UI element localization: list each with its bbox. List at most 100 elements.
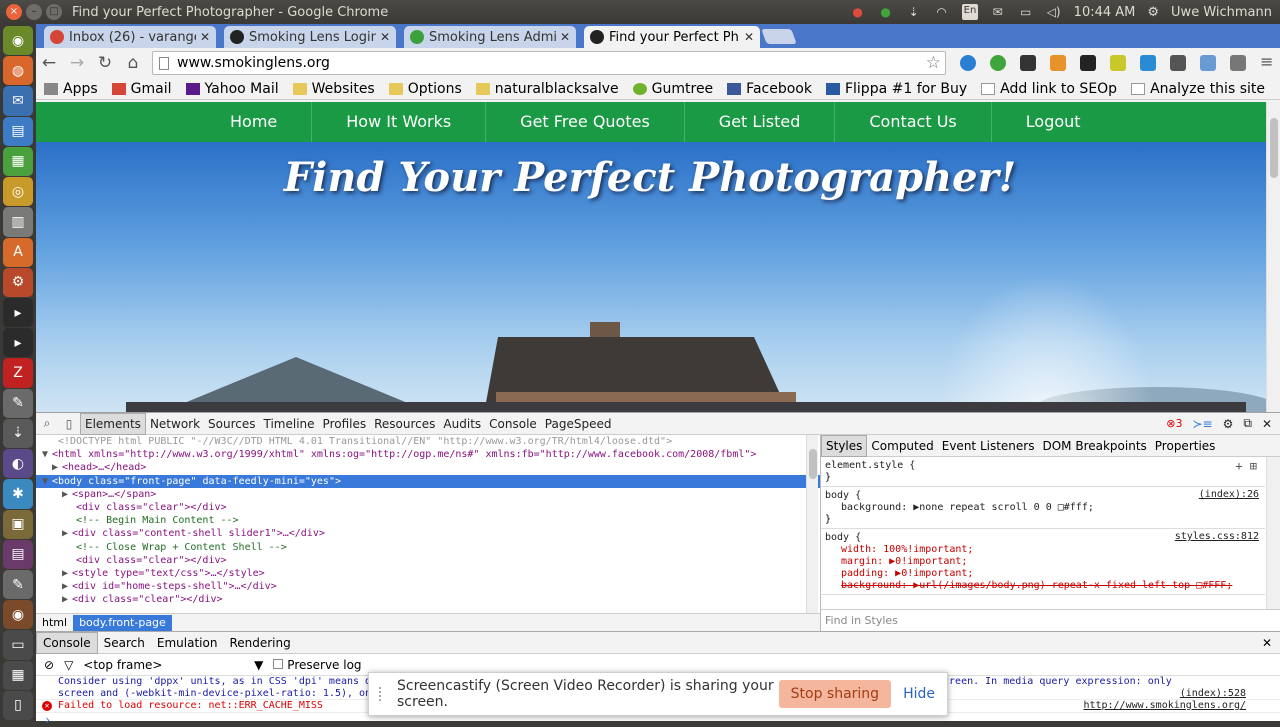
style-declaration[interactable]: background: ▶none repeat scroll 0 0 □#ff… [825,502,1261,514]
battery-icon[interactable]: ▭ [1018,4,1034,20]
dash-icon[interactable]: ◉ [3,26,33,56]
style-declaration-overridden[interactable]: background: ▶url(/images/body.png) repea… [825,580,1261,592]
add-rule-icon[interactable]: + ⊞ [1235,459,1257,473]
close-icon[interactable]: ✕ [200,30,210,44]
expanded-triangle-icon[interactable]: ▼ [42,475,52,488]
tab-drawer-rendering[interactable]: Rendering [223,633,296,653]
reload-icon[interactable]: ↻ [96,53,114,73]
libreoffice-writer-icon[interactable]: ▤ [3,116,33,146]
nav-contact-us[interactable]: Contact Us [835,102,992,142]
tab-elements[interactable]: Elements [80,412,146,435]
gear-icon[interactable]: ⚙ [1223,417,1234,431]
tab-find-photographer[interactable]: Find your Perfect Ph ✕ [584,26,760,48]
monitor-icon[interactable]: ▭ [3,630,33,660]
collapsed-triangle-icon[interactable]: ▶ [62,567,72,580]
clock[interactable]: 10:44 AM [1074,5,1136,20]
rule-selector[interactable]: element.style { [825,459,1261,472]
scrollbar-thumb[interactable] [809,449,817,479]
mail-icon[interactable]: ✉ [990,4,1006,20]
tab-console[interactable]: Console [485,414,541,434]
collapsed-triangle-icon[interactable]: ▶ [52,461,62,474]
error-count-badge[interactable]: ⊗3 [1166,417,1182,430]
chrome-tray-icon[interactable]: ● [850,4,866,20]
settings-icon[interactable]: ⚙ [3,267,33,297]
network-icon[interactable]: ✱ [3,479,33,509]
scrollbar-thumb[interactable] [1270,118,1278,178]
download-tray-icon[interactable]: ⇣ [906,4,922,20]
close-icon[interactable]: ✕ [1262,417,1272,431]
dom-node-line[interactable]: ▶ <span>…</span> [36,488,820,501]
tab-drawer-console[interactable]: Console [36,631,98,654]
extension-icon[interactable] [1200,55,1216,71]
bookmark-apps[interactable]: Apps [44,81,98,97]
tools-icon[interactable]: ✎ [3,388,33,418]
tab-pagespeed[interactable]: PageSpeed [541,414,616,434]
bookmark-analyze-site[interactable]: Analyze this site [1131,81,1265,97]
new-tab-button[interactable] [761,29,797,44]
tab-audits[interactable]: Audits [439,414,485,434]
hide-button[interactable]: Hide [903,686,935,702]
dom-node-line[interactable]: ▼ <html xmlns="http://www.w3.org/1999/xht… [36,448,820,461]
extension-icon[interactable] [1170,55,1186,71]
bookmark-flippa[interactable]: Flippa #1 for Buy [825,81,967,97]
extension-icon[interactable] [1050,55,1066,71]
software-center-icon[interactable]: A [3,237,33,267]
firefox-icon[interactable]: ◍ [3,56,33,86]
window-minimize-button[interactable]: – [26,4,42,20]
image-viewer-icon[interactable]: ▣ [3,509,33,539]
bookmark-yahoo-mail[interactable]: Yahoo Mail [185,81,279,97]
thunderbird-icon[interactable]: ✉ [3,86,33,116]
nav-get-listed[interactable]: Get Listed [685,102,836,142]
back-icon[interactable]: ← [40,53,58,73]
dom-node-line[interactable]: <!-- Close Wrap + Content Shell --> [36,541,820,554]
tab-profiles[interactable]: Profiles [319,414,371,434]
tab-drawer-emulation[interactable]: Emulation [151,633,224,653]
evernote-tray-icon[interactable]: ● [878,4,894,20]
collapsed-triangle-icon[interactable]: ▶ [62,580,72,593]
close-icon[interactable]: ✕ [380,30,390,44]
address-bar[interactable]: www.smokinglens.org ☆ [152,51,946,75]
workspace-icon[interactable]: ▦ [3,660,33,690]
dom-node-line[interactable]: ▶ <div id="home-steps-shell">…</div> [36,580,820,593]
terminal-icon[interactable]: ▸ [3,297,33,328]
bookmark-star-icon[interactable]: ☆ [926,53,941,73]
bookmark-gumtree[interactable]: Gumtree [632,81,713,97]
skype-extension-icon[interactable] [960,55,976,71]
tab-network[interactable]: Network [146,414,204,434]
forward-icon[interactable]: → [68,53,86,73]
home-icon[interactable]: ⌂ [124,53,142,73]
dom-node-line[interactable]: <!-- Begin Main Content --> [36,514,820,527]
tab-sources[interactable]: Sources [204,414,259,434]
download-manager-icon[interactable]: ⇣ [3,418,33,449]
dom-node-line[interactable]: ▶ <head>…</head> [36,461,820,474]
tab-resources[interactable]: Resources [370,414,439,434]
bookmark-facebook[interactable]: Facebook [727,81,812,97]
text-editor-icon[interactable]: ✎ [3,569,33,600]
style-declaration[interactable]: width: 100%!important; [825,544,1261,556]
obs-icon[interactable]: ◉ [3,600,33,630]
dom-node-line[interactable]: <div class="clear"></div> [36,501,820,514]
extension-icon[interactable] [1140,55,1156,71]
collapsed-triangle-icon[interactable]: ▶ [62,488,72,501]
console-drawer-icon[interactable]: ≻≡ [1192,417,1212,431]
styles-scrollbar[interactable] [1266,457,1280,609]
style-declaration[interactable]: padding: ▶0!important; [825,568,1261,580]
elements-scrollbar[interactable] [806,435,818,613]
close-icon[interactable]: ✕ [744,30,754,44]
wifi-icon[interactable]: ◠ [934,4,950,20]
styles-filter-input[interactable]: Find in Styles [821,609,1280,631]
extension-icon[interactable] [1020,55,1036,71]
trash-icon[interactable]: ▯ [3,690,33,721]
collapsed-triangle-icon[interactable]: ▶ [62,593,72,606]
rule-selector[interactable]: body { [825,489,1261,502]
tab-timeline[interactable]: Timeline [260,414,319,434]
preserve-log-checkbox[interactable]: Preserve log [273,658,362,672]
files-icon[interactable]: ▥ [3,207,33,237]
evernote-extension-icon[interactable] [990,55,1006,71]
bookmark-naturalblacksalve[interactable]: naturalblacksalve [475,81,619,97]
filter-icon[interactable]: ▽ [64,658,73,672]
terminal-2-icon[interactable]: ▸ [3,328,33,358]
bookmark-gmail[interactable]: Gmail [111,81,172,97]
menu-icon[interactable]: ≡ [1260,54,1276,71]
filezilla-icon[interactable]: Z [3,358,33,388]
